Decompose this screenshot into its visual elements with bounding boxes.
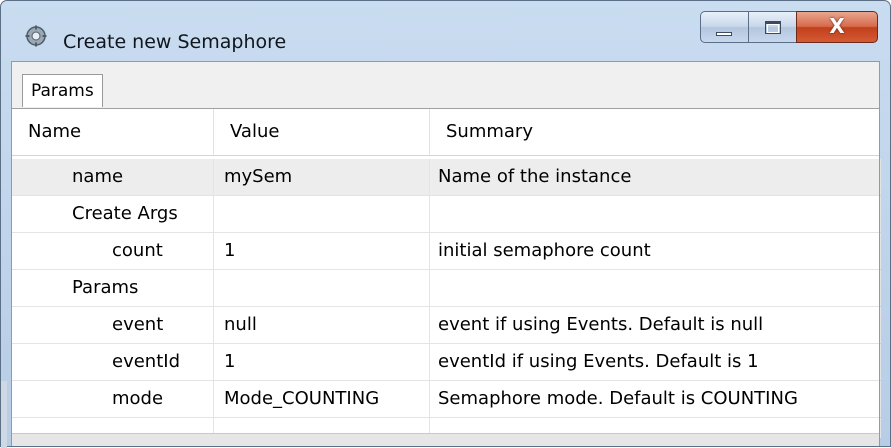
title-bar[interactable]: Create new Semaphore X <box>1 1 890 61</box>
table-row[interactable]: count 1 initial semaphore count <box>12 233 881 270</box>
row-value-cell[interactable]: 1 <box>214 344 430 380</box>
row-name-cell: eventId <box>12 344 214 380</box>
row-summary-cell: eventId if using Events. Default is 1 <box>430 344 881 380</box>
row-summary-cell: event if using Events. Default is null <box>430 307 881 343</box>
row-value-cell[interactable]: 1 <box>214 233 430 269</box>
table-row[interactable]: mode Mode_COUNTING Semaphore mode. Defau… <box>12 381 881 418</box>
close-button[interactable]: X <box>796 11 878 43</box>
column-header-summary[interactable]: Summary <box>430 109 881 155</box>
row-name-cell: Params <box>12 270 214 306</box>
minimize-button[interactable] <box>700 11 748 43</box>
row-summary-cell <box>430 270 881 306</box>
row-summary-cell: Name of the instance <box>430 159 881 195</box>
row-value-cell[interactable]: Mode_COUNTING <box>214 381 430 417</box>
table-row[interactable]: name mySem Name of the instance <box>12 159 881 196</box>
table-footer <box>12 433 879 446</box>
window-title: Create new Semaphore <box>63 31 287 53</box>
row-name-cell: mode <box>12 381 214 417</box>
close-icon: X <box>829 14 845 38</box>
dialog-window: Create new Semaphore X Params Name Value… <box>0 0 891 448</box>
row-name-cell: count <box>12 233 214 269</box>
maximize-button[interactable] <box>748 11 796 43</box>
row-name-cell: event <box>12 307 214 343</box>
row-summary-cell: Semaphore mode. Default is COUNTING <box>430 381 881 417</box>
row-summary-cell: initial semaphore count <box>430 233 881 269</box>
row-summary-cell <box>430 196 881 232</box>
column-header-name[interactable]: Name <box>12 109 214 155</box>
params-table: Name Value Summary name mySem Name of th… <box>12 108 881 446</box>
tab-params[interactable]: Params <box>22 74 103 107</box>
app-gear-icon[interactable] <box>25 25 47 47</box>
left-edge-strip <box>1 381 7 448</box>
table-header: Name Value Summary <box>12 109 879 156</box>
table-row[interactable]: Params <box>12 270 881 307</box>
table-row[interactable]: event null event if using Events. Defaul… <box>12 307 881 344</box>
row-value-cell <box>214 270 430 306</box>
table-body: name mySem Name of the instance Create A… <box>12 159 881 439</box>
table-row[interactable]: eventId 1 eventId if using Events. Defau… <box>12 344 881 381</box>
table-row[interactable]: Create Args <box>12 196 881 233</box>
row-value-cell[interactable]: null <box>214 307 430 343</box>
column-header-value[interactable]: Value <box>214 109 430 155</box>
minimize-icon <box>716 32 732 36</box>
row-name-cell: Create Args <box>12 196 214 232</box>
caption-buttons: X <box>700 11 878 47</box>
row-value-cell[interactable]: mySem <box>214 159 430 195</box>
maximize-icon <box>765 21 781 34</box>
row-value-cell <box>214 196 430 232</box>
dialog-content: Params Name Value Summary name mySem Nam… <box>11 61 881 446</box>
row-name-cell: name <box>12 159 214 195</box>
